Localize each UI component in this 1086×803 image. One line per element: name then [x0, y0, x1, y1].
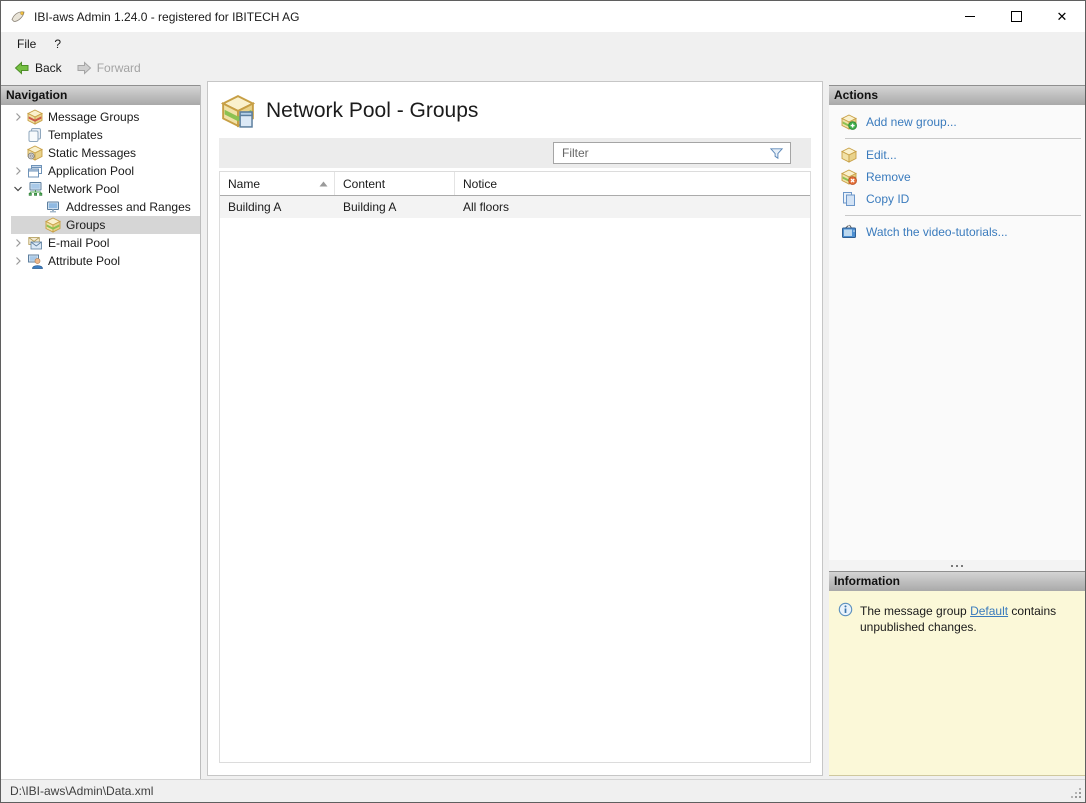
tree-item-attribute-pool[interactable]: Attribute Pool — [1, 252, 200, 270]
main-panel: Network Pool - Groups Name Content — [207, 81, 823, 776]
cell-notice: All floors — [463, 200, 510, 214]
default-group-link[interactable]: Default — [970, 604, 1008, 618]
static-messages-icon — [27, 145, 43, 161]
tree-item-email-pool[interactable]: E-mail Pool — [1, 234, 200, 252]
maximize-icon — [1010, 11, 1022, 22]
content-area: Navigation Message Groups Templates Stat… — [1, 81, 1085, 779]
page-title-row: Network Pool - Groups — [208, 82, 822, 138]
filter-input-wrapper — [553, 142, 791, 164]
navigation-panel: Navigation Message Groups Templates Stat… — [1, 85, 201, 779]
panel-splitter[interactable] — [829, 560, 1085, 571]
chevron-right-icon[interactable] — [9, 234, 27, 252]
action-edit[interactable]: Edit... — [829, 144, 1085, 166]
sort-ascending-icon — [319, 181, 328, 187]
forward-button[interactable]: Forward — [69, 58, 148, 78]
chevron-right-icon[interactable] — [9, 252, 27, 270]
column-header-content[interactable]: Content — [335, 172, 455, 195]
add-group-icon — [841, 114, 857, 130]
action-add-new-group[interactable]: Add new group... — [829, 111, 1085, 133]
templates-icon — [27, 127, 43, 143]
action-watch-video-tutorials[interactable]: Watch the video-tutorials... — [829, 221, 1085, 243]
cell-content: Building A — [343, 200, 397, 214]
actions-separator — [845, 138, 1081, 139]
tree-item-message-groups[interactable]: Message Groups — [1, 108, 200, 126]
addresses-ranges-icon — [45, 199, 61, 215]
information-message: The message group Default contains unpub… — [860, 604, 1057, 635]
chevron-right-icon[interactable] — [9, 162, 27, 180]
filter-bar — [219, 138, 811, 168]
resize-grip-icon[interactable] — [1070, 787, 1081, 798]
navigation-header: Navigation — [1, 85, 200, 105]
table-header-row: Name Content Notice — [220, 172, 810, 196]
cell-name: Building A — [228, 200, 282, 214]
network-pool-icon — [27, 181, 43, 197]
titlebar: IBI-aws Admin 1.24.0 - registered for IB… — [1, 1, 1085, 32]
actions-list: Add new group... Edit... Remove Copy ID — [829, 105, 1085, 560]
attribute-pool-icon — [27, 253, 43, 269]
back-label: Back — [35, 61, 62, 75]
table-row[interactable]: Building A Building A All floors — [220, 196, 810, 218]
back-arrow-icon — [14, 60, 30, 76]
maximize-button[interactable] — [993, 1, 1039, 32]
toolbar: Back Forward — [1, 55, 1085, 81]
groups-box-icon — [45, 217, 61, 233]
window-title: IBI-aws Admin 1.24.0 - registered for IB… — [34, 9, 300, 24]
application-pool-icon — [27, 163, 43, 179]
action-copy-id[interactable]: Copy ID — [829, 188, 1085, 210]
page-title: Network Pool - Groups — [266, 99, 479, 122]
chevron-right-icon[interactable] — [9, 108, 27, 126]
minimize-button[interactable] — [947, 1, 993, 32]
forward-label: Forward — [96, 61, 141, 75]
filter-input[interactable] — [554, 145, 769, 161]
edit-group-icon — [841, 147, 857, 163]
action-remove[interactable]: Remove — [829, 166, 1085, 188]
info-circle-icon — [838, 602, 853, 617]
close-icon: ✕ — [1056, 9, 1068, 24]
menu-file[interactable]: File — [8, 34, 45, 54]
column-header-name[interactable]: Name — [220, 172, 335, 195]
status-data-file-path: D:\IBI-aws\Admin\Data.xml — [10, 784, 154, 798]
tree-item-groups[interactable]: Groups — [1, 216, 200, 234]
back-button[interactable]: Back — [7, 58, 69, 78]
information-header: Information — [829, 571, 1085, 591]
minimize-icon — [965, 16, 975, 17]
email-pool-icon — [27, 235, 43, 251]
menu-help[interactable]: ? — [45, 34, 70, 54]
funnel-filter-icon — [769, 146, 784, 161]
tree-item-addresses-and-ranges[interactable]: Addresses and Ranges — [1, 198, 200, 216]
tree-item-application-pool[interactable]: Application Pool — [1, 162, 200, 180]
forward-arrow-icon — [76, 60, 92, 76]
video-tutorials-tv-icon — [841, 224, 857, 240]
tree-item-templates[interactable]: Templates — [1, 126, 200, 144]
column-header-notice[interactable]: Notice — [455, 172, 810, 195]
window-controls: ✕ — [947, 1, 1085, 32]
app-logo-icon — [10, 9, 26, 25]
information-panel: The message group Default contains unpub… — [829, 591, 1085, 776]
tree-item-network-pool[interactable]: Network Pool — [1, 180, 200, 198]
message-groups-box-icon — [27, 109, 43, 125]
menubar: File ? — [1, 32, 1085, 55]
close-button[interactable]: ✕ — [1039, 1, 1085, 32]
navigation-tree: Message Groups Templates Static Messages… — [1, 105, 200, 270]
chevron-down-icon[interactable] — [9, 180, 27, 198]
remove-group-icon — [841, 169, 857, 185]
copy-id-icon — [841, 191, 857, 207]
actions-separator — [845, 215, 1081, 216]
splitter-dots-icon — [951, 564, 953, 567]
actions-header: Actions — [829, 85, 1085, 105]
app-window: IBI-aws Admin 1.24.0 - registered for IB… — [0, 0, 1086, 803]
groups-table: Name Content Notice Building A Building … — [219, 171, 811, 763]
right-panel: Actions Add new group... Edit... Remove — [829, 85, 1085, 776]
statusbar: D:\IBI-aws\Admin\Data.xml — [1, 779, 1085, 802]
tree-item-static-messages[interactable]: Static Messages — [1, 144, 200, 162]
network-pool-groups-icon — [221, 94, 255, 128]
